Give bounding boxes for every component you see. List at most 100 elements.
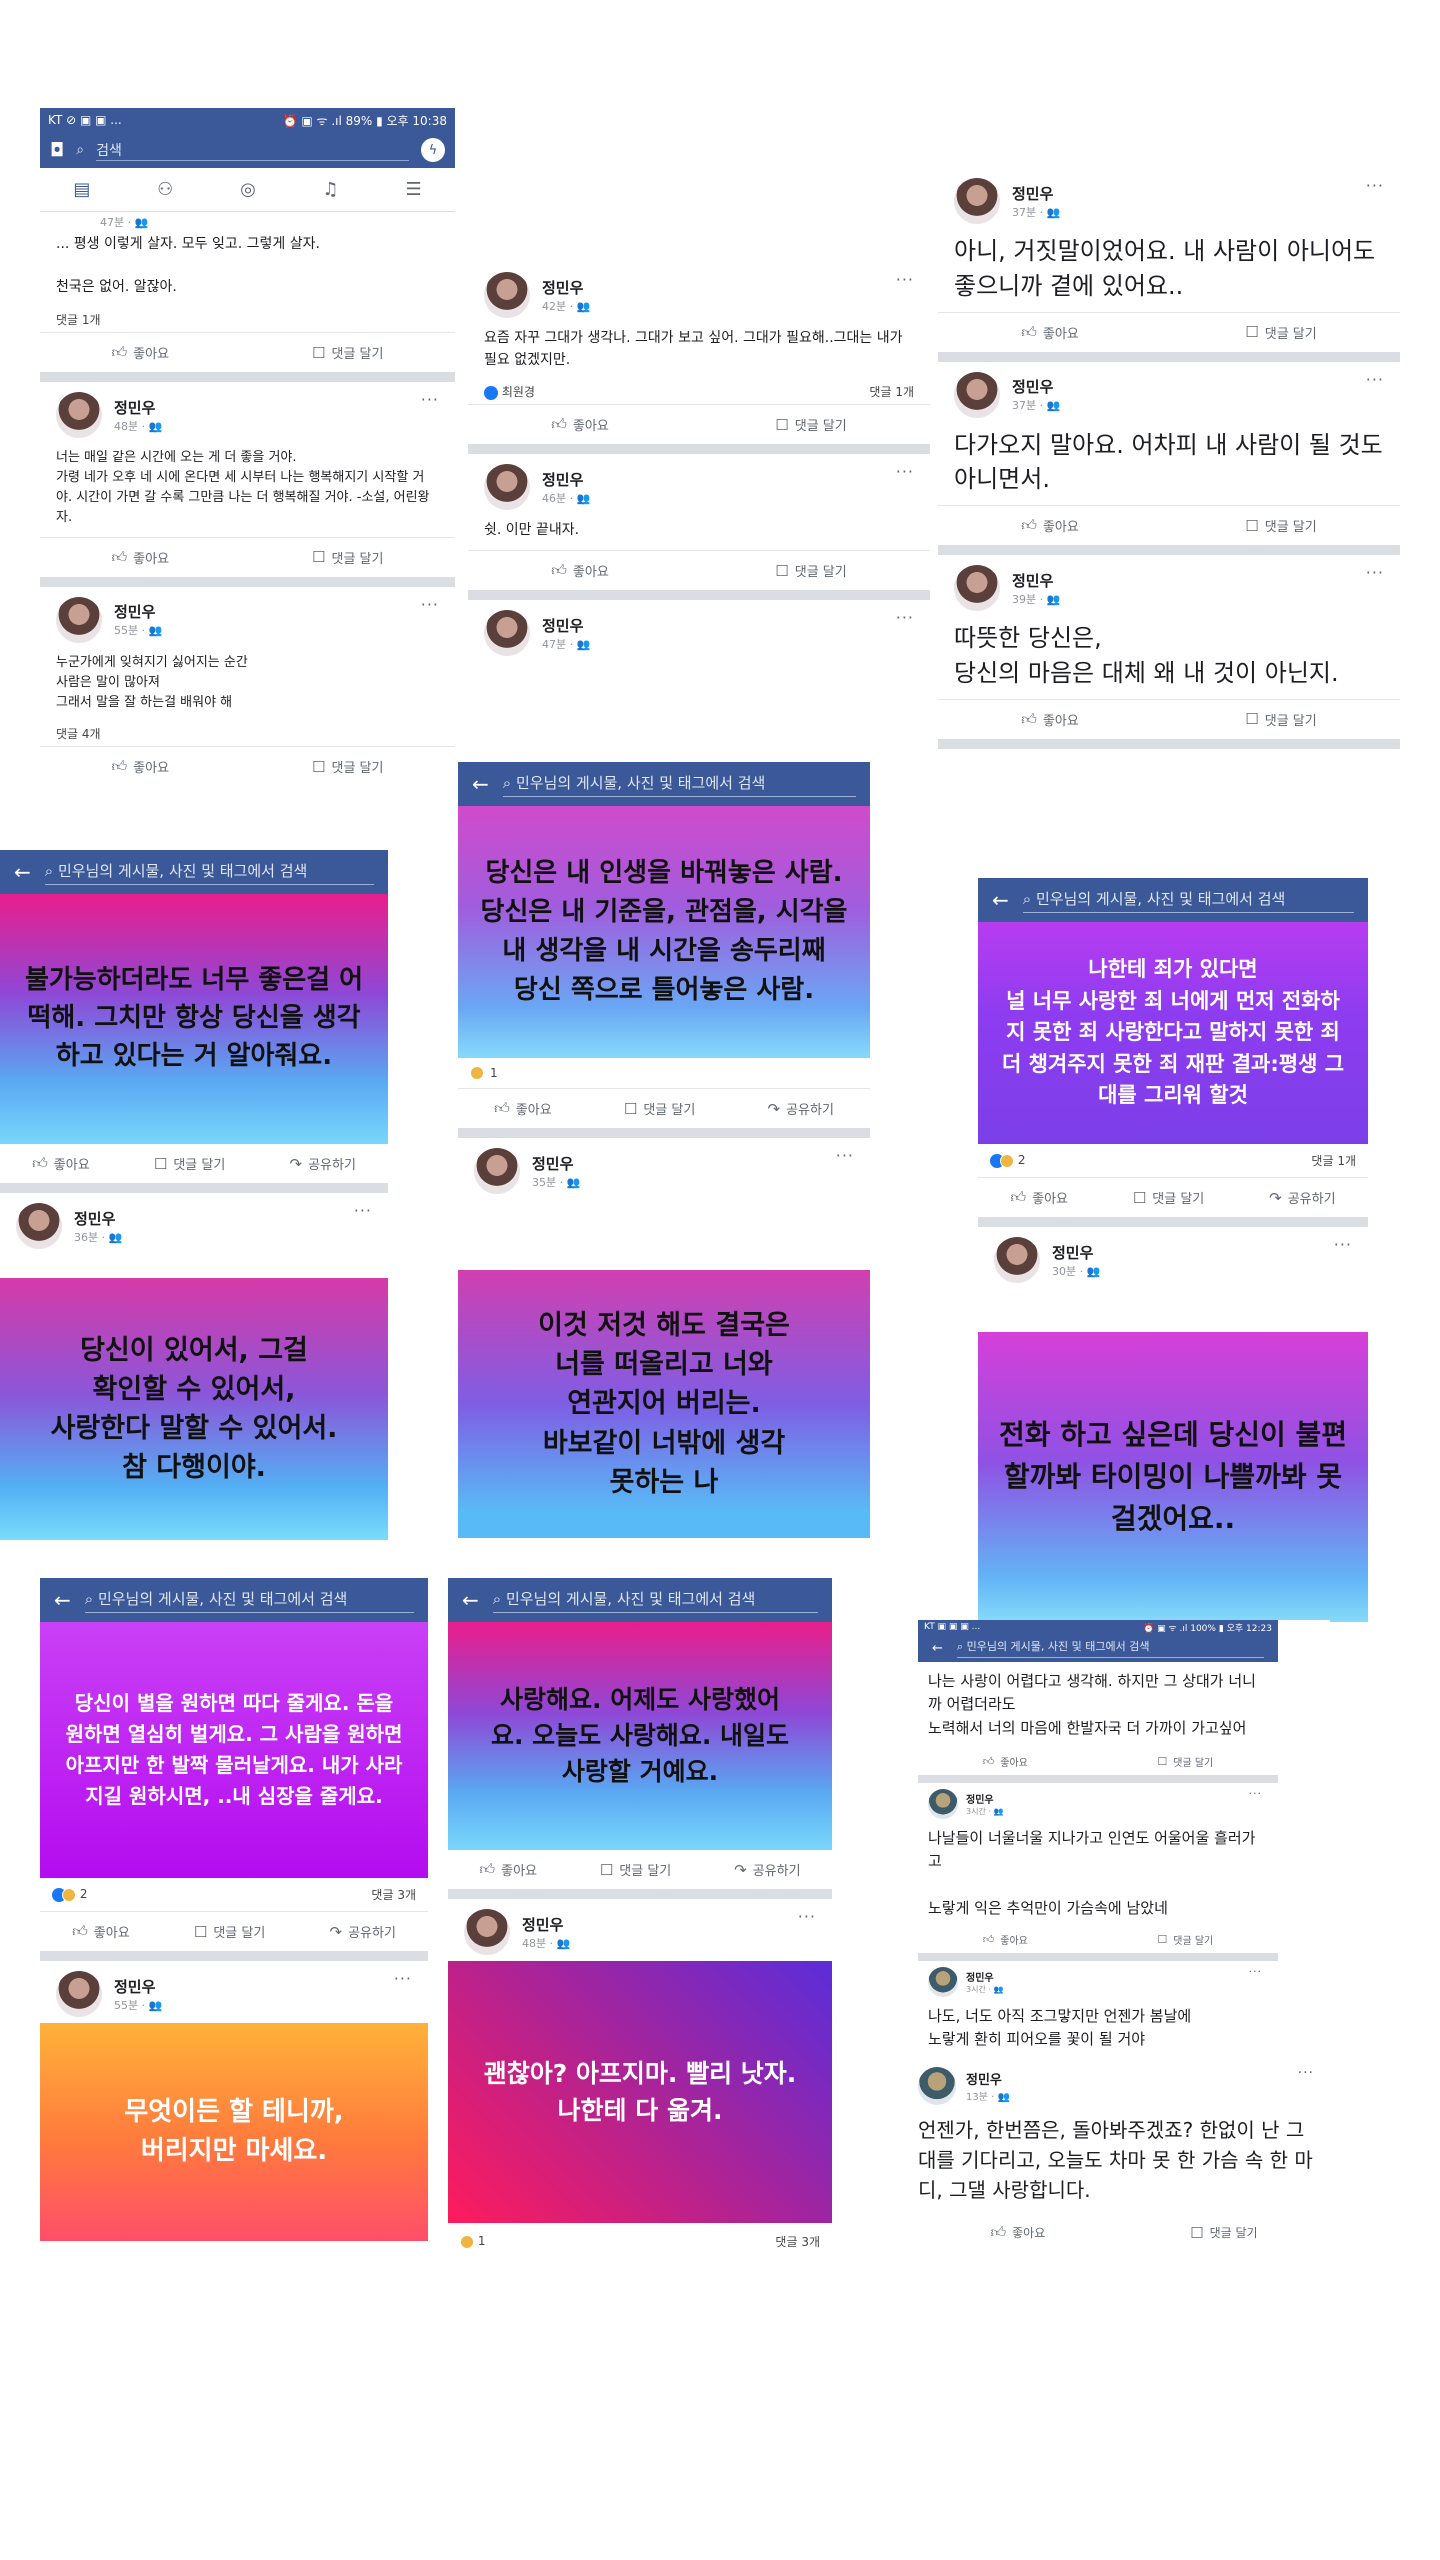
- like-button[interactable]: 👍︎ 좋아요: [111, 343, 169, 362]
- more-dots-icon[interactable]: ···: [836, 1146, 854, 1165]
- back-arrow-icon[interactable]: ←: [932, 1641, 943, 1656]
- more-dots-icon[interactable]: ···: [1366, 563, 1384, 582]
- news-feed-icon[interactable]: ▤: [73, 179, 90, 200]
- avatar[interactable]: [918, 2067, 956, 2106]
- avatar[interactable]: [484, 610, 530, 657]
- like-button[interactable]: 👍︎ 좋아요: [983, 1754, 1028, 1769]
- search-field[interactable]: ⌕ 민우님의 게시물, 사진 및 태그에서 검색: [84, 1588, 414, 1613]
- more-dots-icon[interactable]: ···: [1249, 1787, 1263, 1800]
- post-image[interactable]: 사랑해요. 어제도 사랑했어요. 오늘도 사랑해요. 내일도 사랑할 거예요.: [448, 1622, 832, 1850]
- author-name[interactable]: 정민우: [966, 2069, 1010, 2088]
- comment-button[interactable]: ☐ 댓글 달기: [600, 1860, 671, 1880]
- notifications-icon[interactable]: ♫: [323, 179, 339, 200]
- comment-button[interactable]: ☐ 댓글 달기: [194, 1922, 265, 1942]
- reaction-count[interactable]: 1: [490, 1066, 498, 1080]
- more-dots-icon[interactable]: ···: [1334, 1235, 1352, 1254]
- post-image-i[interactable]: 전화 하고 싶은데 당신이 불편할까봐 타이밍이 나쁠까봐 못걸겠어요..: [978, 1332, 1368, 1622]
- share-button[interactable]: ↷ 공유하기: [1269, 1188, 1335, 1208]
- avatar[interactable]: [954, 565, 1000, 612]
- more-dots-icon[interactable]: ···: [896, 462, 914, 481]
- author-name[interactable]: 정민우: [542, 469, 590, 490]
- back-arrow-icon[interactable]: ←: [14, 860, 31, 884]
- comment-count[interactable]: 댓글 3개: [775, 2233, 820, 2250]
- search-field[interactable]: ⌕ 민우님의 게시물, 사진 및 태그에서 검색: [44, 860, 374, 885]
- comment-button[interactable]: ☐ 댓글 달기: [775, 561, 846, 581]
- comment-count[interactable]: 댓글 3개: [371, 1886, 416, 1903]
- author-name[interactable]: 정민우: [522, 1914, 570, 1935]
- profile-icon[interactable]: ◎: [240, 179, 256, 200]
- more-dots-icon[interactable]: ···: [1249, 1965, 1263, 1978]
- more-dots-icon[interactable]: ···: [394, 1969, 412, 1988]
- comment-button[interactable]: ☐ 댓글 달기: [1245, 323, 1316, 342]
- comment-button[interactable]: ☐ 댓글 달기: [312, 757, 383, 777]
- more-dots-icon[interactable]: ···: [1366, 176, 1384, 195]
- more-dots-icon[interactable]: ···: [421, 390, 439, 409]
- like-button[interactable]: 👍︎ 좋아요: [1010, 1188, 1068, 1207]
- comment-button[interactable]: ☐ 댓글 달기: [1190, 2224, 1257, 2242]
- camera-icon[interactable]: ◘: [50, 140, 64, 161]
- comment-count[interactable]: 댓글 1개: [56, 311, 101, 328]
- avatar[interactable]: [928, 1788, 958, 1819]
- comment-button[interactable]: ☐ 댓글 달기: [312, 548, 383, 567]
- comment-button[interactable]: ☐ 댓글 달기: [1245, 516, 1316, 536]
- menu-icon[interactable]: ☰: [405, 179, 421, 200]
- avatar[interactable]: [464, 1909, 510, 1955]
- more-dots-icon[interactable]: ···: [798, 1907, 816, 1926]
- reactions[interactable]: 최원경: [484, 383, 535, 400]
- author-name[interactable]: 정민우: [74, 1208, 122, 1229]
- search-field[interactable]: ⌕ 민우님의 게시물, 사진 및 태그에서 검색: [956, 1638, 1264, 1658]
- like-button[interactable]: 👍︎ 좋아요: [32, 1154, 90, 1173]
- like-button[interactable]: 👍︎ 좋아요: [551, 415, 609, 434]
- post-image-2[interactable]: 무엇이든 할 테니까, 버리지만 마세요.: [40, 2023, 428, 2241]
- comment-button[interactable]: ☐ 댓글 달기: [154, 1154, 225, 1174]
- avatar[interactable]: [16, 1203, 62, 1249]
- post-image[interactable]: 당신은 내 인생을 바꿔놓은 사람. 당신은 내 기준을, 관점을, 시각을 내…: [458, 806, 870, 1058]
- author-name[interactable]: 정민우: [532, 1153, 580, 1174]
- more-dots-icon[interactable]: ···: [896, 608, 914, 627]
- back-arrow-icon[interactable]: ←: [462, 1588, 479, 1612]
- search-field[interactable]: ⌕ 민우님의 게시물, 사진 및 태그에서 검색: [502, 772, 856, 797]
- post-image-h[interactable]: 이것 저것 해도 결국은 너를 떠올리고 너와 연관지어 버리는. 바보같이 너…: [458, 1270, 870, 1538]
- like-button[interactable]: 👍︎ 좋아요: [1021, 323, 1079, 342]
- like-button[interactable]: 👍︎ 좋아요: [72, 1922, 130, 1941]
- author-name[interactable]: 정민우: [966, 1791, 1003, 1806]
- more-dots-icon[interactable]: ···: [1298, 2065, 1314, 2081]
- reactions[interactable]: 1: [460, 2234, 485, 2249]
- avatar[interactable]: [474, 1148, 520, 1194]
- search-input[interactable]: 검색: [96, 140, 409, 161]
- author-name[interactable]: 정민우: [114, 1976, 162, 1997]
- like-button[interactable]: 👍︎ 좋아요: [111, 548, 169, 567]
- comment-count[interactable]: 댓글 4개: [56, 725, 101, 742]
- share-button[interactable]: ↷ 공유하기: [734, 1860, 800, 1880]
- more-dots-icon[interactable]: ···: [1366, 370, 1384, 389]
- share-button[interactable]: ↷ 공유하기: [329, 1922, 395, 1942]
- post-image-g[interactable]: 당신이 있어서, 그걸 확인할 수 있어서, 사랑한다 말할 수 있어서. 참 …: [0, 1278, 388, 1540]
- share-button[interactable]: ↷ 공유하기: [767, 1099, 833, 1119]
- comment-button[interactable]: ☐ 댓글 달기: [1157, 1754, 1213, 1769]
- back-arrow-icon[interactable]: ←: [54, 1588, 71, 1612]
- share-button[interactable]: ↷ 공유하기: [289, 1154, 355, 1174]
- post-image[interactable]: 나한테 죄가 있다면 널 너무 사랑한 죄 너에게 먼저 전화하지 못한 죄 사…: [978, 922, 1368, 1144]
- author-name[interactable]: 정민우: [1052, 1242, 1100, 1263]
- search-field[interactable]: ⌕ 민우님의 게시물, 사진 및 태그에서 검색: [492, 1588, 818, 1613]
- author-name[interactable]: 정민우: [114, 397, 162, 418]
- author-name[interactable]: 정민우: [542, 277, 590, 298]
- author-name[interactable]: 정민우: [1012, 183, 1060, 204]
- comment-button[interactable]: ☐ 댓글 달기: [1133, 1188, 1204, 1208]
- back-arrow-icon[interactable]: ←: [992, 888, 1009, 912]
- avatar[interactable]: [56, 392, 102, 439]
- post-image[interactable]: 당신이 별을 원하면 따다 줄게요. 돈을 원하면 열심히 벌게요. 그 사람을…: [40, 1622, 428, 1878]
- like-button[interactable]: 👍︎ 좋아요: [990, 2223, 1045, 2242]
- avatar[interactable]: [484, 464, 530, 511]
- like-button[interactable]: 👍︎ 좋아요: [551, 561, 609, 580]
- avatar[interactable]: [954, 371, 1000, 418]
- avatar[interactable]: [994, 1237, 1040, 1283]
- comment-button[interactable]: ☐ 댓글 달기: [312, 343, 383, 363]
- avatar[interactable]: [484, 272, 530, 318]
- reactions[interactable]: 2: [52, 1887, 87, 1902]
- comment-button[interactable]: ☐ 댓글 달기: [624, 1099, 695, 1119]
- post-image-2[interactable]: 괜찮아? 아프지마. 빨리 낫자. 나한테 다 옮겨.: [448, 1961, 832, 2223]
- more-dots-icon[interactable]: ···: [896, 270, 914, 289]
- comment-button[interactable]: ☐ 댓글 달기: [1245, 710, 1316, 729]
- like-button[interactable]: 👍︎ 좋아요: [1021, 710, 1079, 729]
